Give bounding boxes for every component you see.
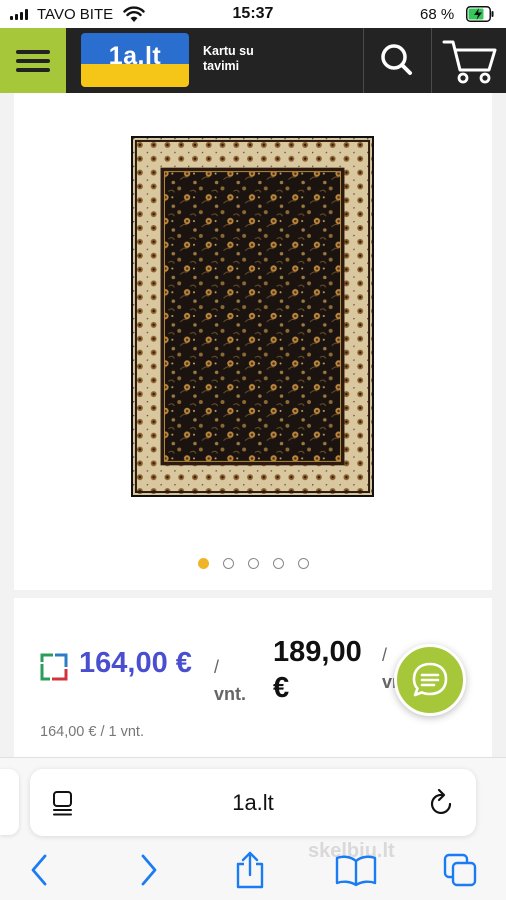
search-icon bbox=[381, 44, 412, 75]
gallery-dot[interactable] bbox=[197, 558, 209, 569]
tabs-icon bbox=[443, 853, 477, 887]
gallery-pagination bbox=[14, 558, 492, 569]
old-price-unit-separator: / bbox=[382, 645, 388, 665]
browser-toolbar: 1a.lt skelbiu.lt bbox=[0, 757, 506, 900]
price-unit: vnt. bbox=[214, 684, 247, 704]
url-text: 1a.lt bbox=[232, 790, 274, 815]
chat-bubble-icon bbox=[412, 662, 448, 697]
current-price: 164,00 € bbox=[79, 647, 192, 679]
promo-bracket-icon bbox=[40, 653, 68, 681]
share-button[interactable] bbox=[230, 850, 270, 890]
back-button[interactable] bbox=[22, 850, 58, 890]
product-gallery bbox=[14, 93, 492, 590]
slogan: Kartu su tavimi bbox=[203, 44, 254, 73]
cart-button[interactable] bbox=[432, 28, 506, 93]
chevron-right-icon bbox=[141, 854, 157, 886]
previous-tab-preview[interactable] bbox=[0, 769, 19, 835]
tabs-button[interactable] bbox=[440, 850, 480, 890]
search-button[interactable] bbox=[364, 28, 430, 93]
price-unit-separator: / bbox=[214, 657, 220, 677]
chat-button[interactable] bbox=[394, 644, 466, 716]
forward-button[interactable] bbox=[130, 850, 166, 890]
gallery-dot[interactable] bbox=[297, 558, 309, 569]
price-per-unit: 164,00 € / 1 vnt. bbox=[40, 724, 144, 740]
status-bar: TAVO BITE 15:37 68 % bbox=[0, 0, 506, 28]
battery-percent: 68 % bbox=[420, 6, 455, 23]
reload-icon[interactable] bbox=[428, 788, 456, 818]
logo-text: 1a.lt bbox=[108, 42, 162, 70]
gallery-dot[interactable] bbox=[247, 558, 259, 569]
product-image[interactable] bbox=[131, 136, 374, 497]
chevron-left-icon bbox=[31, 854, 47, 886]
site-header: 1a.lt Kartu su tavimi bbox=[0, 28, 506, 93]
battery-charging-icon bbox=[466, 6, 494, 22]
gallery-dot[interactable] bbox=[222, 558, 234, 569]
gallery-dot[interactable] bbox=[272, 558, 284, 569]
share-icon bbox=[236, 851, 264, 889]
site-logo[interactable]: 1a.lt bbox=[81, 33, 189, 87]
bookmarks-button[interactable] bbox=[332, 850, 380, 890]
old-price-currency: € bbox=[273, 672, 290, 704]
hamburger-menu-button[interactable] bbox=[0, 28, 66, 93]
book-icon bbox=[335, 855, 377, 887]
old-price: 189,00 bbox=[273, 636, 362, 668]
cart-icon bbox=[442, 40, 497, 84]
address-bar[interactable]: 1a.lt bbox=[30, 769, 476, 836]
hamburger-icon bbox=[16, 49, 50, 54]
